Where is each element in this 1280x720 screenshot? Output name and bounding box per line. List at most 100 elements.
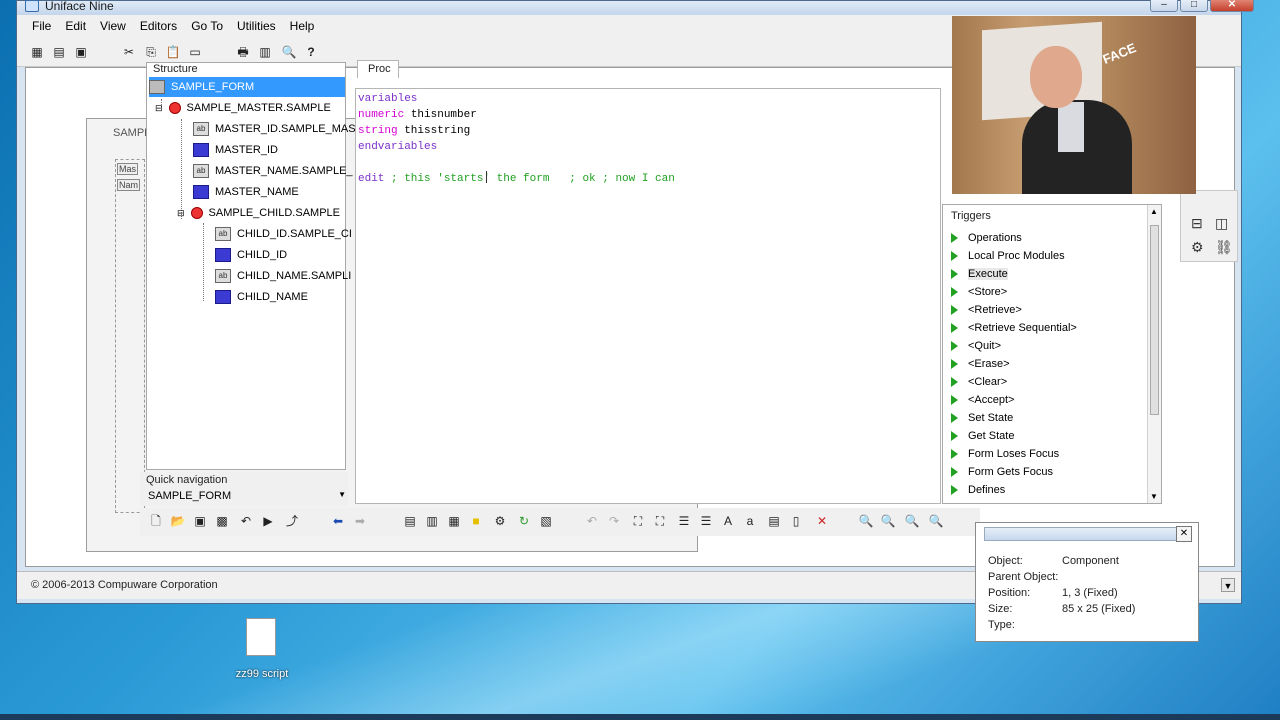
redo-icon[interactable]: ↷ bbox=[606, 513, 622, 529]
vertical-split-icon[interactable]: ◫ bbox=[1215, 215, 1228, 232]
save-icon[interactable]: ▣ bbox=[192, 513, 208, 529]
tool-icon[interactable]: ⛶ bbox=[630, 513, 646, 529]
trigger-item[interactable]: Form Loses Focus bbox=[951, 445, 1059, 463]
status-dropdown-icon[interactable]: ▼ bbox=[1221, 578, 1235, 592]
find-replace-icon[interactable]: 🔍 bbox=[904, 513, 920, 529]
proc-editor[interactable]: variables numeric thisnumber string this… bbox=[355, 88, 941, 504]
forward-arrow-icon[interactable]: ➡ bbox=[352, 513, 368, 529]
save-icon[interactable]: ▣ bbox=[73, 44, 89, 60]
copy-icon[interactable]: ⎘ bbox=[143, 44, 159, 60]
tree-item-sample-form[interactable]: SAMPLE_FORM bbox=[149, 77, 345, 97]
print-icon[interactable]: 🖶 bbox=[235, 44, 251, 60]
paste-icon[interactable]: 📋 bbox=[165, 44, 181, 60]
print-preview-icon[interactable]: ▥ bbox=[257, 44, 273, 60]
tree-item-entity[interactable]: ⊟ SAMPLE_CHILD.SAMPLE bbox=[177, 203, 340, 223]
tree-item-label-field[interactable]: MASTER_NAME bbox=[193, 182, 299, 202]
trigger-item[interactable]: Set State bbox=[951, 409, 1013, 427]
toolbar-layout-icon[interactable]: ▤ bbox=[51, 44, 67, 60]
tool-icon[interactable]: ▧ bbox=[538, 513, 554, 529]
trigger-item[interactable]: <Accept> bbox=[951, 391, 1014, 409]
delete-icon[interactable]: ✕ bbox=[814, 513, 830, 529]
find-icon[interactable]: 🔍 bbox=[858, 513, 874, 529]
tree-item-entity[interactable]: ⊟ SAMPLE_MASTER.SAMPLE bbox=[155, 98, 331, 118]
find-all-icon[interactable]: 🔍 bbox=[928, 513, 944, 529]
trigger-item[interactable]: Operations bbox=[951, 229, 1022, 247]
play-icon[interactable]: ▶ bbox=[260, 513, 276, 529]
tree-item-label-field[interactable]: CHILD_ID bbox=[215, 245, 287, 265]
tool-icon[interactable]: ▤ bbox=[402, 513, 418, 529]
tree-item-label-field[interactable]: CHILD_NAME bbox=[215, 287, 308, 307]
taskbar bbox=[0, 714, 1280, 720]
new-file-icon[interactable]: 🗋 bbox=[148, 513, 164, 529]
find-next-icon[interactable]: 🔍 bbox=[880, 513, 896, 529]
back-arrow-icon[interactable]: ⬅ bbox=[330, 513, 346, 529]
trigger-item[interactable]: <Erase> bbox=[951, 355, 1010, 373]
tree-item-field[interactable]: ab CHILD_ID.SAMPLE_CI bbox=[215, 224, 352, 244]
trigger-item[interactable]: Defines bbox=[951, 481, 1005, 499]
doc-icon[interactable]: ▤ bbox=[766, 513, 782, 529]
doc-icon[interactable]: ▯ bbox=[788, 513, 804, 529]
open-folder-icon[interactable]: 📂 bbox=[170, 513, 186, 529]
menu-utilities[interactable]: Utilities bbox=[230, 19, 283, 33]
trigger-item[interactable]: <Quit> bbox=[951, 337, 1001, 355]
trigger-item[interactable]: <Retrieve> bbox=[951, 301, 1022, 319]
lowercase-icon[interactable]: a bbox=[742, 513, 758, 529]
indent-icon[interactable]: ☰ bbox=[676, 513, 692, 529]
scroll-up-icon[interactable]: ▲ bbox=[1150, 207, 1158, 216]
minimize-icon[interactable]: – bbox=[1150, 0, 1178, 12]
refresh-icon[interactable]: ↻ bbox=[516, 513, 532, 529]
triggers-scrollbar[interactable]: ▲ ▼ bbox=[1147, 205, 1161, 503]
trigger-item[interactable]: <Retrieve Sequential> bbox=[951, 319, 1077, 337]
desktop-file-icon[interactable]: zz99 script bbox=[236, 618, 288, 688]
jump-icon[interactable]: ⤴ bbox=[284, 513, 300, 529]
trigger-item[interactable]: <Store> bbox=[951, 283, 1007, 301]
tree-item-field[interactable]: ab MASTER_NAME.SAMPLE_ bbox=[193, 161, 353, 181]
outdent-icon[interactable]: ☰ bbox=[698, 513, 714, 529]
tool-icon[interactable]: ⚙ bbox=[1191, 239, 1204, 256]
horizontal-split-icon[interactable]: ⊟ bbox=[1191, 215, 1203, 232]
tool-icon[interactable]: ⛶ bbox=[652, 513, 668, 529]
menu-help[interactable]: Help bbox=[283, 19, 322, 33]
search-icon[interactable]: 🔍 bbox=[281, 44, 297, 60]
save-all-icon[interactable]: ▩ bbox=[214, 513, 230, 529]
trigger-item[interactable]: <Clear> bbox=[951, 373, 1007, 391]
trigger-item[interactable]: Local Proc Modules bbox=[951, 247, 1065, 265]
network-icon[interactable]: ⛓ bbox=[1215, 239, 1233, 256]
collapse-icon[interactable]: ⊟ bbox=[177, 208, 185, 219]
cut-icon[interactable]: ✂ bbox=[121, 44, 137, 60]
close-icon[interactable]: ✕ bbox=[1210, 0, 1254, 12]
form-label-master: Mas bbox=[117, 163, 139, 175]
menu-view[interactable]: View bbox=[93, 19, 133, 33]
tab-proc[interactable]: Proc bbox=[357, 60, 399, 78]
new-icon[interactable]: ▭ bbox=[187, 44, 203, 60]
tool-icon[interactable]: ▥ bbox=[424, 513, 440, 529]
scroll-thumb[interactable] bbox=[1150, 225, 1159, 415]
trigger-item-selected[interactable]: Execute bbox=[951, 265, 1008, 283]
undo-arrow-icon[interactable]: ↶ bbox=[238, 513, 254, 529]
close-icon[interactable]: ✕ bbox=[1176, 526, 1192, 542]
tree-item-field[interactable]: ab MASTER_ID.SAMPLE_MAS bbox=[193, 119, 356, 139]
tree-item-label-field[interactable]: MASTER_ID bbox=[193, 140, 278, 160]
menu-go-to[interactable]: Go To bbox=[184, 19, 230, 33]
scroll-down-icon[interactable]: ▼ bbox=[1150, 492, 1158, 501]
trigger-item[interactable]: Form Gets Focus bbox=[951, 463, 1053, 481]
uppercase-icon[interactable]: A bbox=[720, 513, 736, 529]
bookmark-icon[interactable]: ■ bbox=[468, 513, 484, 529]
chevron-down-icon[interactable]: ▼ bbox=[338, 490, 346, 499]
maximize-icon[interactable]: □ bbox=[1180, 0, 1208, 12]
collapse-icon[interactable]: ⊟ bbox=[155, 103, 163, 114]
quick-navigation-select[interactable]: SAMPLE_FORM bbox=[148, 490, 231, 502]
toolbar-grid-icon[interactable]: ▦ bbox=[29, 44, 45, 60]
trigger-item[interactable]: Get State bbox=[951, 427, 1014, 445]
menu-file[interactable]: File bbox=[25, 19, 58, 33]
undo-icon[interactable]: ↶ bbox=[584, 513, 600, 529]
tool-icon[interactable]: ▦ bbox=[446, 513, 462, 529]
help-icon[interactable]: ? bbox=[303, 44, 319, 60]
play-icon bbox=[951, 413, 958, 423]
menu-edit[interactable]: Edit bbox=[58, 19, 93, 33]
properties-titlebar[interactable] bbox=[984, 527, 1178, 541]
tool-icon[interactable]: ⚙ bbox=[492, 513, 508, 529]
properties-popup: ✕ Object: Component Parent Object: Posit… bbox=[975, 522, 1199, 642]
menu-editors[interactable]: Editors bbox=[133, 19, 184, 33]
tree-item-field[interactable]: ab CHILD_NAME.SAMPLI bbox=[215, 266, 351, 286]
